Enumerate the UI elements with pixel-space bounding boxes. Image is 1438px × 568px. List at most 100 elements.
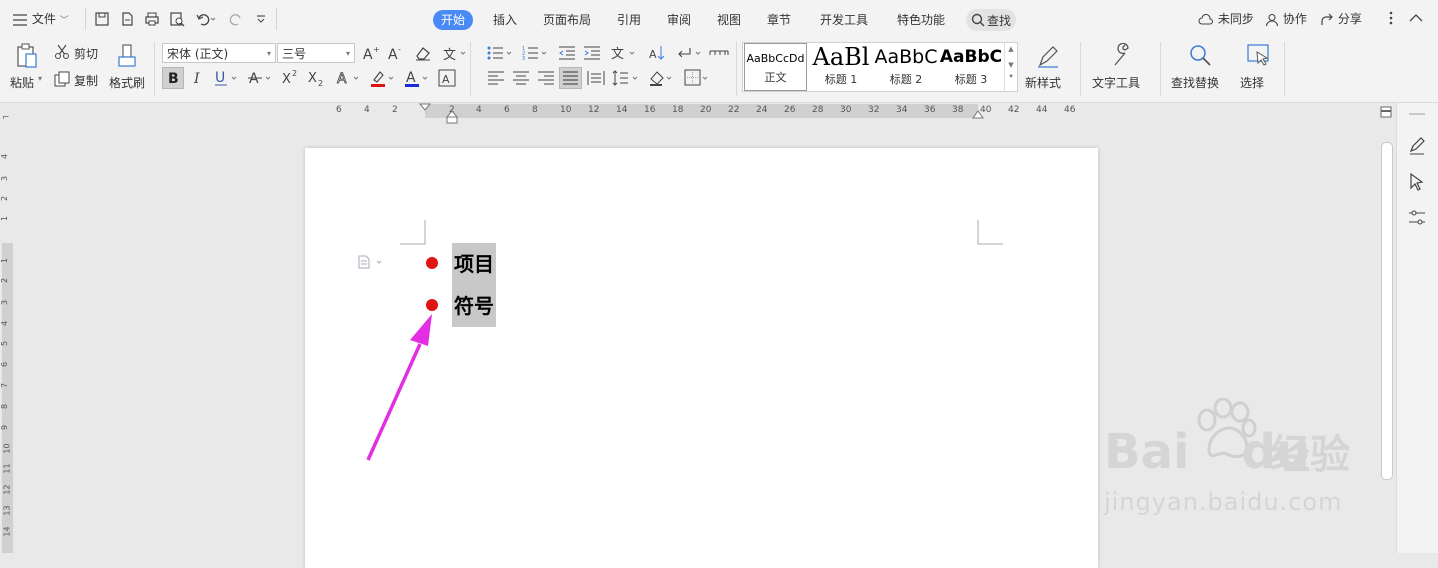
split-view-icon[interactable]: [1380, 106, 1392, 118]
table-tab-icon[interactable]: [709, 45, 729, 61]
styles-gallery: AaBbCcDd 正文 AaBl 标题 1 AaBbC 标题 2 AaBbC 标…: [742, 42, 1018, 92]
edit-pen-icon[interactable]: [1408, 137, 1426, 155]
print-icon[interactable]: [144, 11, 160, 27]
font-color-button[interactable]: A: [404, 68, 432, 88]
tab-page-layout[interactable]: 页面布局: [543, 10, 591, 30]
align-center-icon[interactable]: [512, 70, 530, 86]
tab-review[interactable]: 审阅: [667, 10, 691, 30]
print-preview-icon[interactable]: [169, 11, 185, 27]
ruler-tick-label: 8: [532, 105, 538, 115]
style-heading-3[interactable]: AaBbC 标题 3: [939, 43, 1003, 91]
list-item[interactable]: 符号: [452, 285, 496, 327]
font-name-select[interactable]: 宋体 (正文) ▾: [162, 43, 276, 63]
select-button[interactable]: 选择: [1238, 40, 1278, 96]
find-replace-button[interactable]: 查找替换: [1170, 40, 1232, 96]
subscript-button[interactable]: X2: [307, 68, 329, 88]
scrollbar-thumb[interactable]: [1381, 142, 1393, 480]
numbered-list-icon[interactable]: 123: [522, 45, 550, 61]
text-tools-button[interactable]: 文字工具: [1090, 40, 1152, 96]
ruler-tick-label: 5: [0, 340, 10, 347]
bold-button[interactable]: B: [162, 67, 184, 89]
file-menu[interactable]: 文件 ﹀: [12, 10, 69, 29]
select-label: 选择: [1240, 76, 1265, 90]
ruler-tick-label: 4: [364, 105, 370, 115]
tab-developer[interactable]: 开发工具: [820, 10, 868, 30]
sync-status[interactable]: 未同步: [1198, 10, 1254, 29]
vertical-ruler[interactable]: 4 3 2 1 1 2 3 4 5 6 7 8 9 10 11 12 13 14: [0, 119, 14, 553]
output-pdf-icon[interactable]: [119, 11, 135, 27]
highlight-color-button[interactable]: [370, 68, 398, 88]
redo-icon[interactable]: [228, 11, 244, 27]
right-indent-marker[interactable]: [972, 110, 984, 119]
first-line-indent-marker[interactable]: [419, 103, 431, 119]
settings-sliders-icon[interactable]: [1408, 209, 1426, 227]
tab-view[interactable]: 视图: [717, 10, 741, 30]
styles-scroll[interactable]: ▲ ▼ ⯆: [1004, 43, 1017, 91]
ruler-tick-label: 7: [0, 382, 10, 389]
scroll-down-icon[interactable]: ▼: [1005, 61, 1017, 69]
horizontal-ruler[interactable]: 6 4 2 2 4 6 8 10 12 14 16 18 20 22 24 26 28 30 32 34 36 38 40 4…: [0, 103, 1378, 124]
strikethrough-button[interactable]: A: [247, 68, 275, 88]
more-options-icon[interactable]: [1389, 11, 1393, 25]
divider: [1284, 42, 1285, 96]
divider: [736, 42, 737, 96]
paste-button[interactable]: 粘贴 ▾: [8, 40, 44, 96]
tab-home[interactable]: 开始: [433, 10, 474, 30]
text-effect-button[interactable]: A: [335, 68, 363, 88]
style-heading-2[interactable]: AaBbC 标题 2: [874, 43, 938, 91]
ruler-tick-label: 22: [728, 105, 740, 115]
expand-gallery-icon[interactable]: ⯆: [1005, 73, 1017, 82]
distribute-icon[interactable]: [587, 70, 605, 86]
select-pointer-icon[interactable]: [1409, 173, 1425, 191]
phonetic-guide-icon[interactable]: 文: [442, 44, 468, 62]
tab-special-features[interactable]: 特色功能: [897, 10, 945, 30]
font-size-value: 三号: [282, 47, 307, 61]
svg-text:3: 3: [522, 56, 525, 61]
grow-font-icon[interactable]: A +: [362, 44, 380, 62]
undo-icon[interactable]: [195, 11, 217, 27]
style-heading-1[interactable]: AaBl 标题 1: [809, 43, 873, 91]
line-spacing-icon[interactable]: [612, 69, 640, 87]
share-button[interactable]: 分享: [1320, 10, 1362, 29]
justify-icon[interactable]: [559, 67, 582, 89]
text-tools-label: 文字工具: [1092, 76, 1141, 90]
ruler-tick-label: 14: [616, 105, 628, 115]
format-painter-button[interactable]: 格式刷: [108, 40, 148, 96]
search-button[interactable]: 查找: [966, 9, 1016, 31]
sort-icon[interactable]: A: [648, 44, 666, 62]
hanging-indent-marker[interactable]: [446, 110, 458, 124]
tab-chapter[interactable]: 章节: [767, 10, 791, 30]
align-left-icon[interactable]: [487, 70, 505, 86]
italic-button[interactable]: I: [190, 68, 208, 88]
bullet-list-icon[interactable]: [487, 45, 515, 61]
ruler-tick-label: 11: [2, 463, 12, 474]
shrink-font-icon[interactable]: A-: [387, 44, 405, 62]
collaborate-button[interactable]: 协作: [1265, 10, 1307, 29]
customize-toolbar-icon[interactable]: [255, 13, 267, 25]
tab-insert[interactable]: 插入: [493, 10, 517, 30]
watermark-url: jingyan.baidu.com: [1104, 488, 1343, 516]
file-menu-label: 文件: [31, 12, 56, 26]
increase-indent-icon[interactable]: [583, 45, 601, 61]
show-marks-icon[interactable]: [676, 45, 704, 61]
decrease-indent-icon[interactable]: [558, 45, 576, 61]
list-item[interactable]: 项目: [452, 243, 496, 285]
underline-button[interactable]: U: [213, 68, 241, 88]
collapse-ribbon-icon[interactable]: [1409, 13, 1423, 23]
scroll-up-icon[interactable]: ▲: [1005, 45, 1017, 53]
save-icon[interactable]: [94, 11, 110, 27]
ruler-tick-label: 14: [2, 526, 12, 537]
character-border-button[interactable]: A: [438, 69, 456, 87]
shading-icon[interactable]: [648, 69, 676, 87]
borders-icon[interactable]: [684, 69, 712, 87]
style-normal[interactable]: AaBbCcDd 正文: [744, 43, 807, 91]
new-style-button[interactable]: 新样式: [1024, 40, 1074, 96]
paragraph-options-icon[interactable]: [357, 255, 385, 269]
align-right-icon[interactable]: [537, 70, 555, 86]
tab-references[interactable]: 引用: [617, 10, 641, 30]
superscript-button[interactable]: X2: [281, 68, 303, 88]
font-size-select[interactable]: 三号 ▾: [277, 43, 355, 63]
chinese-layout-icon[interactable]: 文: [610, 44, 638, 62]
ruler-tick-label: 9: [0, 424, 10, 431]
clear-format-icon[interactable]: [414, 44, 432, 62]
